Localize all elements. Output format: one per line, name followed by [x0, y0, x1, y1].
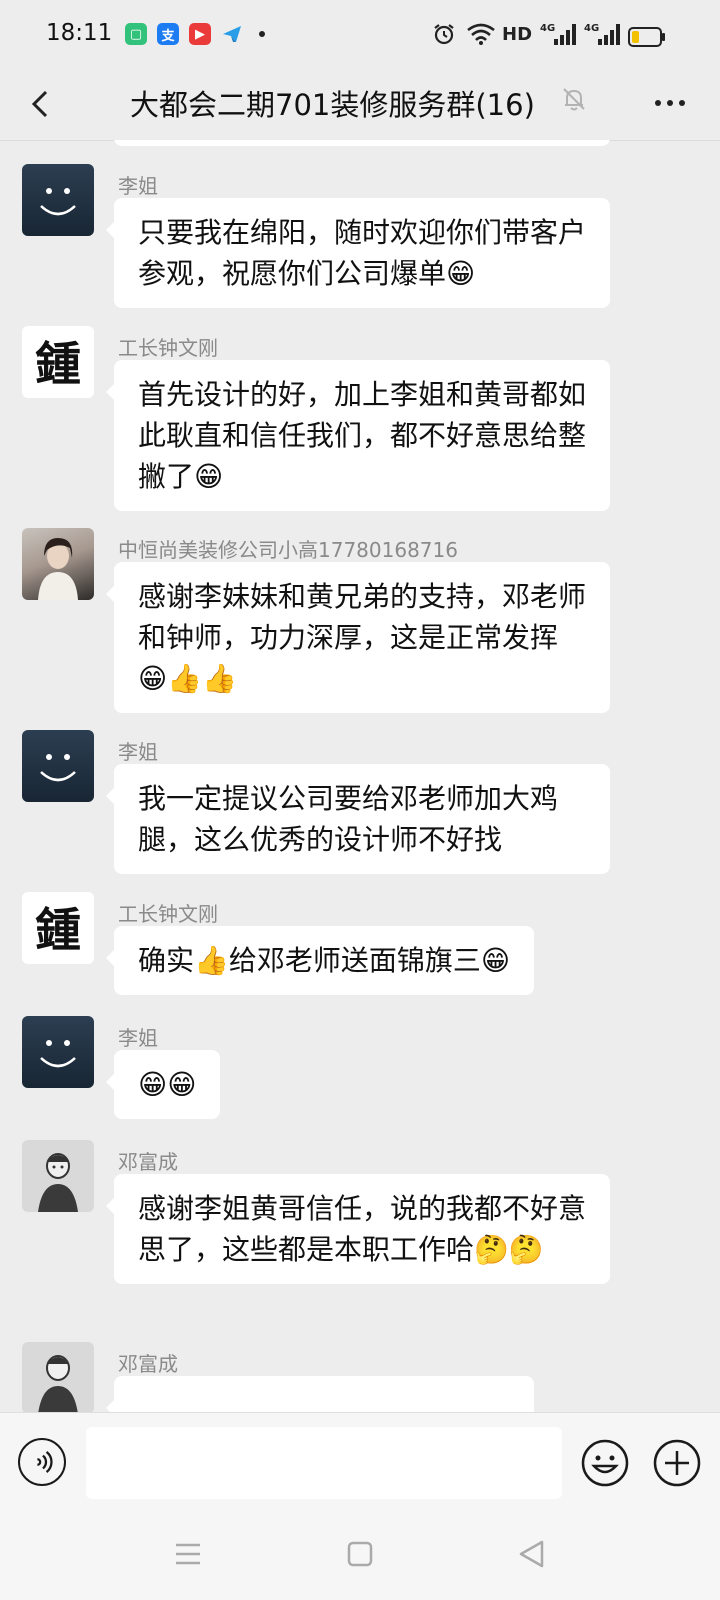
voice-icon[interactable]: [18, 1438, 66, 1486]
avatar[interactable]: [22, 528, 94, 600]
sender-name: 李姐: [118, 740, 158, 764]
notification-icons: ▢ 支 ▶: [125, 23, 265, 45]
avatar[interactable]: [22, 1140, 94, 1212]
home-icon[interactable]: [340, 1534, 380, 1574]
status-time: 18:11: [46, 20, 113, 46]
alipay-icon: 支: [157, 23, 179, 45]
avatar[interactable]: [22, 1016, 94, 1088]
avatar[interactable]: [22, 164, 94, 236]
back-arrow-icon[interactable]: [22, 84, 62, 124]
person-photo-avatar-icon: [38, 538, 78, 600]
previous-message-bubble: [114, 140, 610, 146]
message-list[interactable]: 李姐 只要我在绵阳，随时欢迎你们带客户参观，祝愿你们公司爆单😁 鍾 工长钟文刚 …: [0, 140, 720, 1412]
more-notifications-dot: [259, 31, 265, 37]
signal-icon-2: 4G: [584, 21, 622, 51]
video-app-icon: ▶: [189, 23, 211, 45]
sender-name: 中恒尚美装修公司小高17780168716: [118, 538, 458, 562]
svg-text:4G: 4G: [584, 23, 599, 34]
message-bubble[interactable]: 确实👍给邓老师送面锦旗三😁: [105, 926, 535, 995]
message-bubble[interactable]: 只要我在绵阳，随时欢迎你们带客户参观，祝愿你们公司爆单😁: [106, 198, 610, 308]
smiley-avatar-icon: [40, 1040, 76, 1068]
message-bubble[interactable]: 首先设计的好，加上李姐和黄哥都如此耿直和信任我们，都不好意思给整撇了😁: [106, 360, 610, 511]
battery-level: [632, 31, 639, 43]
sender-name: 李姐: [118, 1026, 158, 1050]
back-triangle-icon[interactable]: [512, 1534, 552, 1574]
message-bubble[interactable]: 感谢李妹妹和黄兄弟的支持，邓老师和钟师，功力深厚，这是正常发挥😁👍👍: [106, 562, 610, 713]
svg-text:鍾: 鍾: [35, 903, 81, 957]
input-bar: [0, 1412, 720, 1513]
avatar[interactable]: 鍾: [22, 326, 94, 398]
menu-icon[interactable]: [168, 1534, 208, 1574]
more-dots-icon[interactable]: [650, 88, 690, 118]
sender-name: 邓富成: [118, 1352, 178, 1376]
calligraphy-avatar-icon: 鍾: [35, 337, 81, 391]
sketch-portrait-avatar-icon: [38, 1153, 78, 1212]
smiley-avatar-icon: [40, 754, 76, 782]
plus-icon[interactable]: [652, 1438, 702, 1488]
message-app-icon: ▢: [125, 23, 147, 45]
svg-text:4G: 4G: [540, 23, 555, 34]
sender-name: 李姐: [118, 174, 158, 198]
message-bubble[interactable]: 我一定提议公司要给邓老师加大鸡腿，这么优秀的设计师不好找: [106, 764, 610, 874]
battery-icon: [628, 27, 665, 47]
chat-title: 大都会二期701装修服务群(16): [130, 88, 535, 122]
message-bubble[interactable]: 感谢李姐黄哥信任，说的我都不好意思了，这些都是本职工作哈🤔🤔: [106, 1174, 610, 1284]
wifi-icon: [466, 22, 496, 50]
bell-slash-icon: [563, 88, 585, 111]
chat-header: 大都会二期701装修服务群(16): [0, 70, 720, 141]
avatar[interactable]: [22, 1342, 94, 1412]
avatar[interactable]: 鍾: [22, 892, 94, 964]
status-bar: 18:11 ▢ 支 ▶ HD 4G 4G: [0, 0, 720, 70]
emoji-icon[interactable]: [580, 1438, 630, 1488]
system-nav-bar: [0, 1512, 720, 1600]
sender-name: 工长钟文刚: [118, 902, 218, 926]
sketch-portrait-avatar-icon: [38, 1355, 78, 1412]
message-bubble[interactable]: [106, 1376, 534, 1412]
sender-name: 工长钟文刚: [118, 336, 218, 360]
avatar[interactable]: [22, 730, 94, 802]
calligraphy-avatar-icon: 鍾: [35, 903, 81, 957]
telegram-icon: [221, 23, 243, 45]
message-bubble[interactable]: 😁😁: [105, 1050, 221, 1119]
signal-icon-1: 4G: [540, 21, 578, 51]
alarm-icon: [432, 22, 456, 50]
hd-indicator: HD: [502, 24, 533, 45]
smiley-avatar-icon: [40, 188, 76, 216]
message-input[interactable]: [86, 1427, 562, 1499]
svg-text:鍾: 鍾: [35, 337, 81, 391]
sender-name: 邓富成: [118, 1150, 178, 1174]
